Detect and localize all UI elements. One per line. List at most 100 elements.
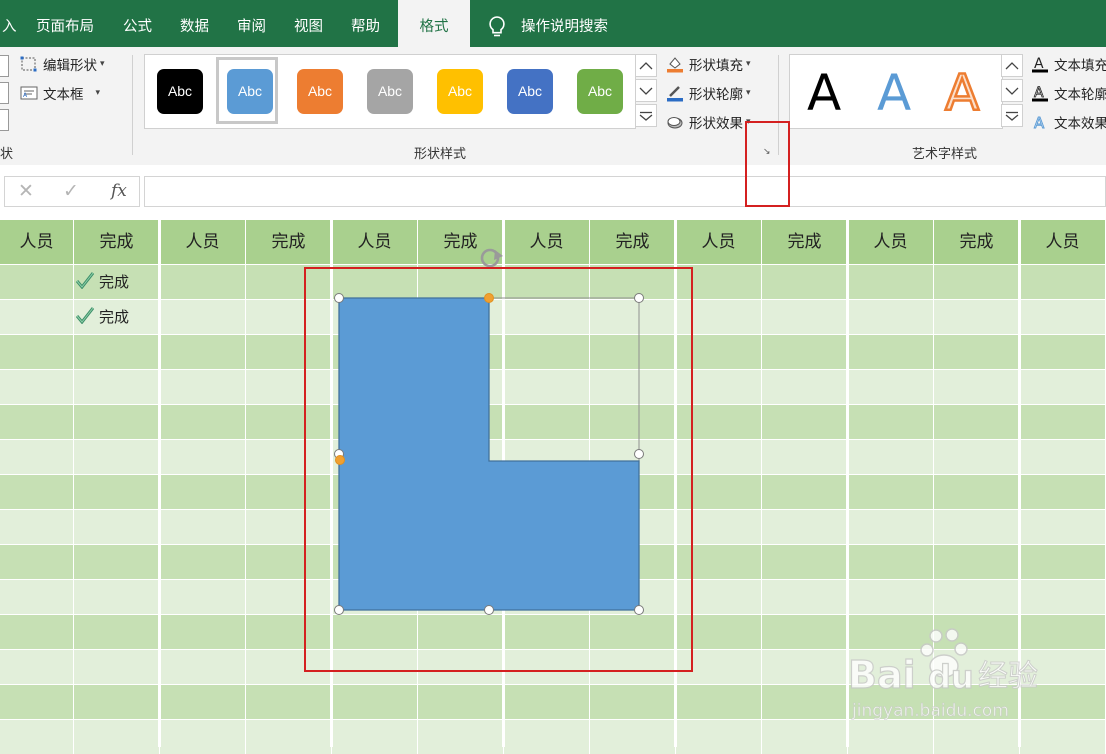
shape-style-orange[interactable]: Abc	[297, 69, 343, 114]
header-cell[interactable]: 完成	[246, 220, 332, 264]
header-cell[interactable]: 完成	[762, 220, 848, 264]
grid-cell[interactable]	[246, 720, 332, 754]
text-fill-button[interactable]: A 文本填充	[1031, 54, 1106, 74]
lightbulb-icon[interactable]	[486, 15, 508, 39]
grid-cell[interactable]	[762, 265, 848, 299]
grid-cell[interactable]	[848, 370, 934, 404]
done-cell[interactable]: 完成	[76, 271, 129, 292]
tab-help[interactable]: 帮助	[351, 0, 380, 47]
grid-cell[interactable]	[160, 300, 246, 334]
grid-cell[interactable]	[848, 265, 934, 299]
grid-cell[interactable]	[0, 265, 74, 299]
enter-icon[interactable]: ✓	[63, 180, 79, 202]
gallery-scroll-down-button[interactable]	[635, 79, 657, 102]
grid-cell[interactable]	[762, 580, 848, 614]
shape-fill-button[interactable]: 形状填充 ▾	[666, 54, 751, 74]
tab-formulas[interactable]: 公式	[123, 0, 152, 47]
grid-cell[interactable]	[504, 720, 590, 754]
grid-cell[interactable]	[74, 580, 160, 614]
tab-review[interactable]: 审阅	[237, 0, 266, 47]
grid-cell[interactable]	[0, 650, 74, 684]
grid-cell[interactable]	[762, 510, 848, 544]
grid-cell[interactable]	[1020, 265, 1106, 299]
grid-cell[interactable]	[246, 685, 332, 719]
grid-cell[interactable]	[934, 300, 1020, 334]
grid-cell[interactable]	[160, 405, 246, 439]
edit-shape-button[interactable]: 编辑形状 ▾	[20, 54, 105, 74]
grid-cell[interactable]	[160, 615, 246, 649]
wordart-scroll-down-button[interactable]	[1001, 79, 1023, 102]
grid-cell[interactable]	[0, 615, 74, 649]
text-effects-button[interactable]: A 文本效果	[1031, 112, 1106, 133]
grid-cell[interactable]	[1020, 335, 1106, 369]
tab-insert-partial[interactable]: 入	[0, 0, 19, 47]
grid-cell[interactable]	[1020, 720, 1106, 754]
grid-cell[interactable]	[848, 580, 934, 614]
shape-gallery-scroll-partial[interactable]	[0, 55, 10, 135]
grid-cell[interactable]	[762, 720, 848, 754]
grid-cell[interactable]	[74, 405, 160, 439]
grid-cell[interactable]	[74, 615, 160, 649]
grid-cell[interactable]	[762, 370, 848, 404]
grid-cell[interactable]	[590, 720, 676, 754]
grid-cell[interactable]	[1020, 370, 1106, 404]
grid-cell[interactable]	[0, 545, 74, 579]
grid-cell[interactable]	[848, 720, 934, 754]
tab-format[interactable]: 格式	[398, 0, 470, 47]
grid-cell[interactable]	[504, 685, 590, 719]
wordart-style-blue[interactable]: A	[877, 63, 911, 123]
grid-cell[interactable]	[160, 545, 246, 579]
grid-cell[interactable]	[0, 335, 74, 369]
grid-cell[interactable]	[160, 580, 246, 614]
grid-cell[interactable]	[160, 475, 246, 509]
grid-cell[interactable]	[0, 440, 74, 474]
grid-cell[interactable]	[160, 370, 246, 404]
grid-cell[interactable]	[762, 650, 848, 684]
wordart-style-orange-outline[interactable]: A	[944, 63, 981, 124]
grid-cell[interactable]	[74, 685, 160, 719]
grid-cell[interactable]	[762, 545, 848, 579]
header-cell[interactable]: 完成	[934, 220, 1020, 264]
grid-cell[interactable]	[74, 335, 160, 369]
text-outline-button[interactable]: A 文本轮廓	[1031, 83, 1106, 103]
grid-cell[interactable]	[934, 335, 1020, 369]
done-cell[interactable]: 完成	[76, 306, 129, 327]
grid-cell[interactable]	[762, 300, 848, 334]
grid-cell[interactable]	[1020, 510, 1106, 544]
grid-cell[interactable]	[848, 300, 934, 334]
grid-cell[interactable]	[848, 405, 934, 439]
grid-cell[interactable]	[1020, 405, 1106, 439]
shape-style-blue[interactable]: Abc	[227, 69, 273, 114]
grid-cell[interactable]	[762, 615, 848, 649]
grid-cell[interactable]	[74, 440, 160, 474]
grid-cell[interactable]	[418, 720, 504, 754]
grid-cell[interactable]	[848, 510, 934, 544]
grid-cell[interactable]	[332, 720, 418, 754]
shape-style-black[interactable]: Abc	[157, 69, 203, 114]
header-cell[interactable]: 人员	[848, 220, 934, 264]
grid-cell[interactable]	[160, 685, 246, 719]
grid-cell[interactable]	[160, 335, 246, 369]
grid-cell[interactable]	[1020, 440, 1106, 474]
grid-cell[interactable]	[1020, 580, 1106, 614]
grid-cell[interactable]	[74, 475, 160, 509]
grid-cell[interactable]	[848, 545, 934, 579]
grid-cell[interactable]	[74, 720, 160, 754]
grid-cell[interactable]	[676, 720, 762, 754]
grid-cell[interactable]	[0, 720, 74, 754]
header-cell[interactable]: 完成	[590, 220, 676, 264]
header-cell[interactable]: 完成	[418, 220, 504, 264]
shape-outline-button[interactable]: 形状轮廓 ▾	[666, 83, 751, 103]
grid-cell[interactable]	[0, 510, 74, 544]
shape-style-green[interactable]: Abc	[577, 69, 623, 114]
grid-cell[interactable]	[934, 440, 1020, 474]
header-cell[interactable]: 人员	[1020, 220, 1106, 264]
header-cell[interactable]: 完成	[74, 220, 160, 264]
grid-cell[interactable]	[74, 545, 160, 579]
shape-style-gold[interactable]: Abc	[437, 69, 483, 114]
gallery-more-button[interactable]	[635, 104, 657, 127]
tell-me-search[interactable]: 操作说明搜索	[521, 0, 608, 47]
grid-cell[interactable]	[0, 685, 74, 719]
header-cell[interactable]: 人员	[0, 220, 74, 264]
tab-page-layout[interactable]: 页面布局	[36, 0, 94, 47]
